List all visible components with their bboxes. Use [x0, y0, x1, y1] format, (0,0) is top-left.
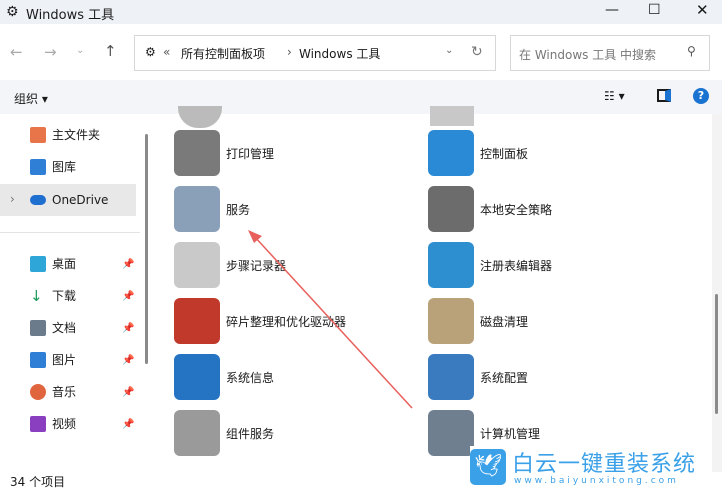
watermark: 🕊 白云一键重装系统 www.baiyunxitong.com	[470, 446, 706, 490]
watermark-title: 白云一键重装系统	[512, 452, 697, 477]
watermark-url: www.baiyunxitong.com	[514, 476, 679, 486]
annotation-arrow	[248, 230, 413, 409]
item-count: 34 个项目	[10, 475, 66, 489]
bird-logo-icon: 🕊	[470, 449, 506, 485]
